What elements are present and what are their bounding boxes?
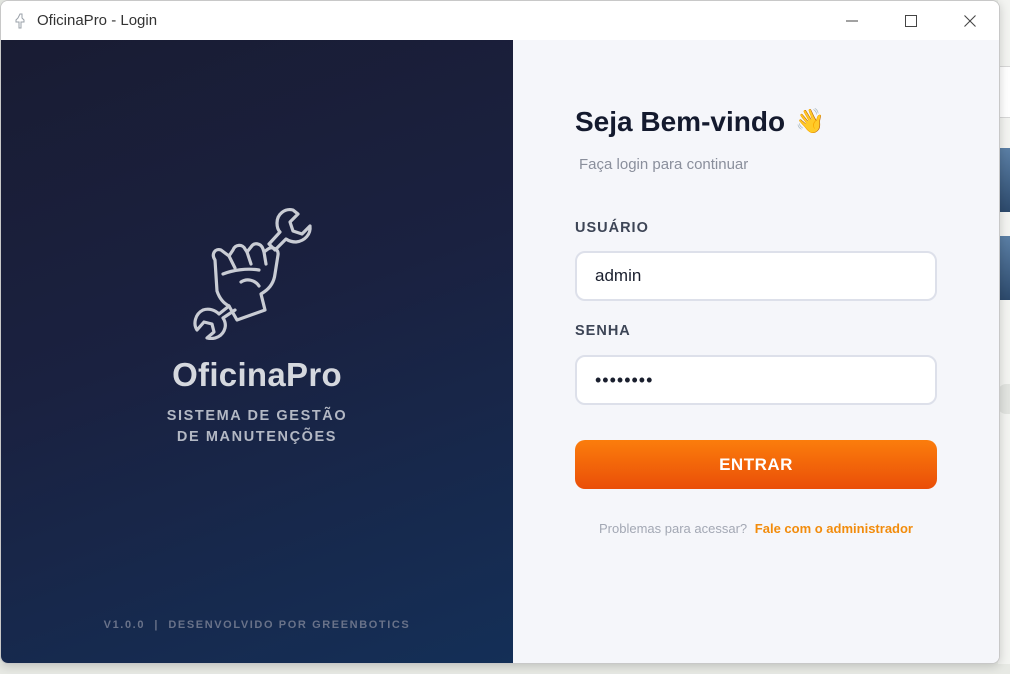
minimize-button[interactable] [822,1,881,40]
brand-tagline: SISTEMA DE GESTÃO DE MANUTENÇÕES [1,406,513,448]
login-button[interactable]: ENTRAR [575,440,937,489]
maximize-icon [904,14,917,27]
help-text: Problemas para acessar? [599,521,748,536]
username-input[interactable] [575,251,937,301]
title-bar[interactable]: OficinaPro - Login [1,1,999,40]
password-input[interactable] [575,355,937,405]
wrench-fist-icon [193,208,312,340]
help-line: Problemas para acessar? Fale com o admin… [575,521,937,536]
login-subtitle: Faça login para continuar [579,156,749,173]
login-form-panel: Seja Bem-vindo 👋 Faça login para continu… [513,40,999,663]
welcome-text: Seja Bem-vindo [575,106,786,137]
username-label: USUÁRIO [575,220,649,236]
version-footer: V1.0.0 | DESENVOLVIDO POR GREENBOTICS [103,619,411,631]
login-window: OficinaPro - Login OficinaPro SISTEMA DE… [0,0,1000,664]
brand-panel: OficinaPro SISTEMA DE GESTÃO DE MANUTENÇ… [1,40,513,663]
close-icon [963,14,976,27]
brand-tagline-line2: DE MANUTENÇÕES [176,429,338,445]
app-icon [13,13,27,29]
window-title: OficinaPro - Login [37,12,158,29]
brand-name: OficinaPro [172,356,342,393]
close-button[interactable] [940,1,999,40]
maximize-button[interactable] [881,1,940,40]
contact-admin-link[interactable]: Fale com o administrador [755,521,913,536]
minimize-icon [845,20,858,21]
window-controls [822,1,999,40]
password-label: SENHA [575,323,631,339]
waving-hand-icon: 👋 [795,108,825,135]
background-desktop-bottom [0,664,1010,674]
brand-tagline-line1: SISTEMA DE GESTÃO [166,408,348,424]
welcome-heading: Seja Bem-vindo 👋 [575,106,825,138]
